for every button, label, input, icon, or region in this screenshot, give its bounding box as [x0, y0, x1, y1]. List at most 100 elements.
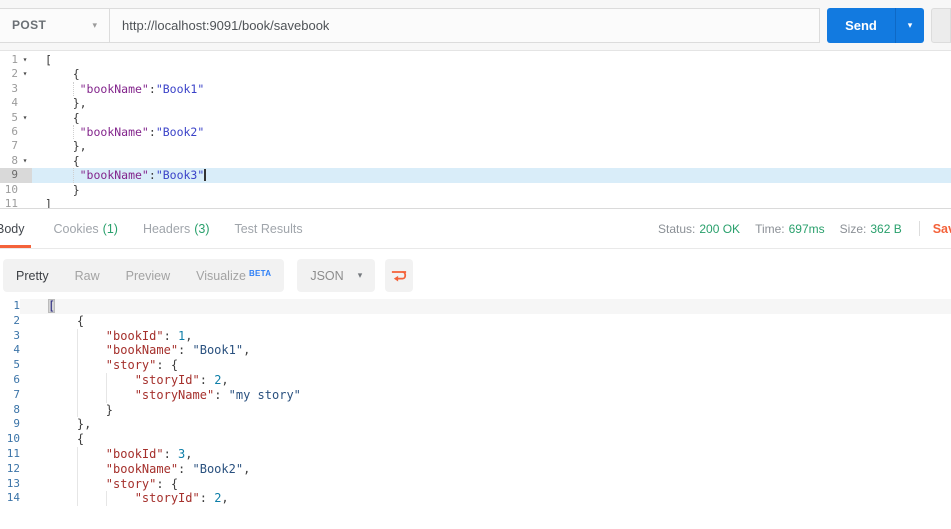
- beta-badge: BETA: [248, 268, 272, 278]
- send-label: Send: [845, 17, 877, 33]
- response-meta-bar: Body Cookies (1) Headers (3) Test Result…: [0, 209, 951, 249]
- wrap-lines-button[interactable]: [385, 259, 414, 292]
- code-line[interactable]: 11]: [0, 197, 951, 208]
- line-number: 9: [11, 168, 18, 182]
- method-select[interactable]: POST ▾: [0, 8, 110, 42]
- fold-arrow-icon[interactable]: ▾: [18, 111, 32, 125]
- line-number: 11: [6, 446, 20, 460]
- indent-guide: [76, 328, 78, 344]
- view-tab-pretty[interactable]: Pretty: [3, 269, 62, 283]
- url-input[interactable]: http://localhost:9091/book/savebook: [110, 9, 819, 42]
- method-label: POST: [12, 18, 47, 32]
- line-number: 7: [11, 139, 18, 153]
- indent-guide: [76, 491, 78, 507]
- wrap-lines-icon: [392, 270, 407, 282]
- code-line[interactable]: 13 "story": {: [0, 476, 951, 492]
- gutter: 8 ▾: [0, 154, 32, 168]
- chevron-down-icon: ▾: [92, 19, 97, 30]
- gutter: 14: [0, 491, 20, 506]
- indent-guide: [76, 358, 78, 373]
- indent-guide: [72, 168, 74, 183]
- code-line[interactable]: 4 "bookName": "Book1",: [0, 343, 951, 359]
- gutter: 2: [0, 314, 20, 329]
- indent-guide: [76, 446, 78, 462]
- line-number: 13: [6, 476, 20, 490]
- gutter: 9: [0, 417, 20, 432]
- code-line[interactable]: 2 ▾ {: [0, 67, 951, 81]
- response-body-viewer[interactable]: 1[2 {3 "bookId": 1, 4 "bookName": "Book1"…: [0, 296, 951, 507]
- code-line[interactable]: 3 "bookId": 1,: [0, 328, 951, 344]
- indent-guide: [72, 125, 74, 140]
- code-line[interactable]: 1 ▾[: [0, 53, 951, 67]
- code-line[interactable]: 10 {: [0, 432, 951, 447]
- gutter: 2 ▾: [0, 67, 32, 81]
- indent-guide: [72, 81, 74, 97]
- gutter: 7: [0, 388, 20, 403]
- postman-window: POST ▾ http://localhost:9091/book/savebo…: [0, 0, 951, 529]
- request-body-editor[interactable]: 1 ▾[2 ▾ {3 "bookName":"Book1" 4 }, 5 ▾ {6 "bo…: [0, 51, 951, 209]
- request-bar: POST ▾ http://localhost:9091/book/savebo…: [0, 0, 951, 51]
- send-button-group: Send ▾: [827, 7, 924, 43]
- gutter: 11: [0, 197, 32, 208]
- line-number: 3: [13, 328, 20, 342]
- time-badge: Time: 697ms: [755, 221, 825, 236]
- gutter: 9: [0, 168, 32, 183]
- gutter: 6: [0, 373, 20, 388]
- line-number: 2: [13, 313, 20, 327]
- code-line[interactable]: 14 "storyId": 2,: [0, 491, 951, 507]
- url-builder: POST ▾ http://localhost:9091/book/savebo…: [0, 7, 820, 43]
- line-number: 2: [11, 67, 18, 81]
- code-line[interactable]: 4 },: [0, 96, 951, 110]
- gutter: 5: [0, 358, 20, 373]
- line-number: 5: [11, 110, 18, 124]
- code-line[interactable]: 9 },: [0, 417, 951, 432]
- code-line[interactable]: 6 "storyId": 2,: [0, 372, 951, 388]
- line-number: 8: [11, 153, 18, 167]
- code-line[interactable]: 8 ▾ {: [0, 154, 951, 168]
- code-line[interactable]: 7 "storyName": "my story": [0, 387, 951, 403]
- code-line[interactable]: 11 "bookId": 3,: [0, 446, 951, 462]
- code-line[interactable]: 10 }: [0, 183, 951, 197]
- line-number: 10: [4, 182, 18, 196]
- code-line[interactable]: 6 "bookName":"Book2": [0, 125, 951, 140]
- fold-arrow-icon[interactable]: ▾: [18, 53, 32, 67]
- divider: [918, 221, 920, 236]
- gutter: 4: [0, 343, 20, 358]
- code-line[interactable]: 8 }: [0, 402, 951, 418]
- tab-body[interactable]: Body: [0, 209, 31, 248]
- tab-cookies[interactable]: Cookies (1): [52, 209, 120, 248]
- code-line[interactable]: 5 ▾ {: [0, 111, 951, 125]
- line-number: 7: [13, 387, 20, 401]
- code-line[interactable]: 2 {: [0, 314, 951, 329]
- save-response-button[interactable]: Save Response: [933, 222, 951, 236]
- gutter: 3: [0, 82, 32, 96]
- save-request-button[interactable]: [931, 7, 951, 43]
- fold-arrow-icon[interactable]: ▾: [18, 154, 32, 168]
- format-select[interactable]: JSON ▾: [297, 259, 376, 292]
- gutter: 4: [0, 96, 32, 110]
- fold-arrow-icon[interactable]: ▾: [18, 67, 32, 81]
- response-tabs: Body Cookies (1) Headers (3) Test Result…: [0, 209, 326, 248]
- code-line[interactable]: 3 "bookName":"Book1": [0, 81, 951, 97]
- size-badge: Size: 362 B: [839, 221, 902, 236]
- send-button[interactable]: Send: [827, 8, 895, 43]
- code-line[interactable]: 12 "bookName": "Book2",: [0, 461, 951, 477]
- view-tab-visualize[interactable]: Visualize BETA: [183, 269, 284, 283]
- chevron-down-icon: ▾: [357, 270, 363, 280]
- tab-headers[interactable]: Headers (3): [141, 209, 212, 248]
- indent-guide: [105, 372, 107, 388]
- code-line[interactable]: 1[: [0, 299, 951, 314]
- code-line[interactable]: 7 },: [0, 139, 951, 153]
- view-tab-raw[interactable]: Raw: [62, 269, 113, 283]
- response-view-toolbar: Pretty Raw Preview Visualize BETA JSON ▾: [0, 249, 951, 296]
- indent-guide: [105, 387, 107, 403]
- send-options-button[interactable]: ▾: [895, 7, 924, 43]
- code-line[interactable]: 5 "story": {: [0, 358, 951, 373]
- code-line[interactable]: 9 "bookName":"Book3": [0, 168, 951, 183]
- view-tab-preview[interactable]: Preview: [113, 269, 183, 283]
- tab-test-results[interactable]: Test Results: [232, 209, 304, 248]
